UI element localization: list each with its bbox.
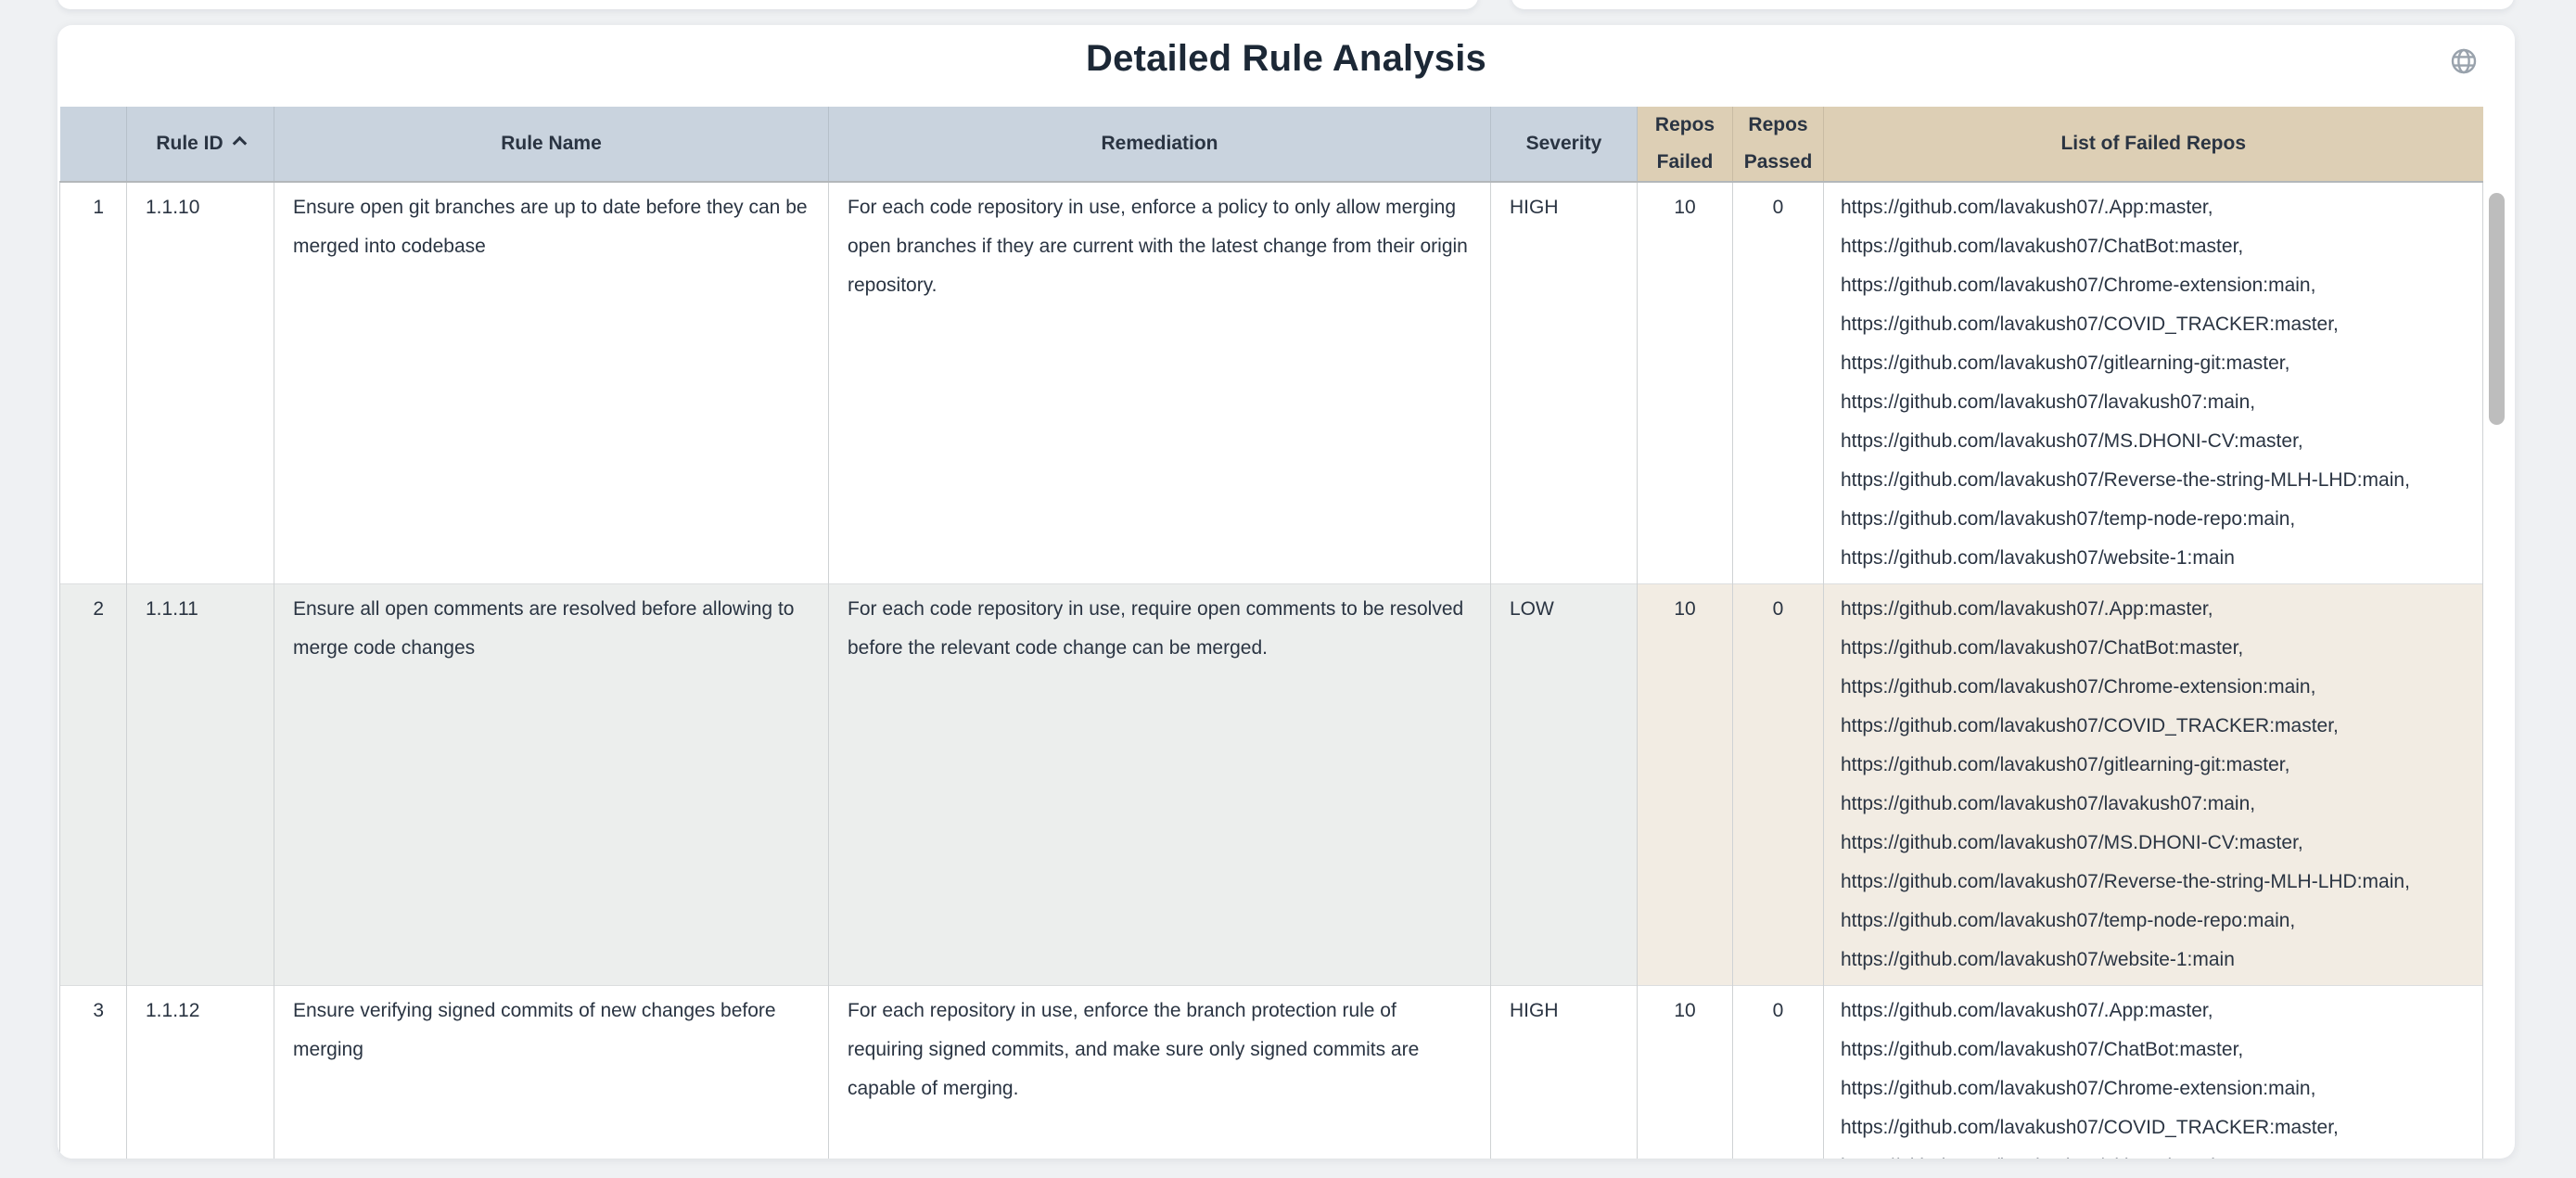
cell-remediation: For each code repository in use, require… [829, 584, 1491, 986]
globe-icon[interactable] [2449, 46, 2479, 76]
cell-repos-passed: 0 [1733, 584, 1824, 986]
top-card-right [1511, 0, 2514, 9]
cell-repos-failed: 10 [1638, 986, 1733, 1159]
table-row: 2 1.1.11 Ensure all open comments are re… [60, 584, 2483, 986]
header-severity: Severity [1491, 107, 1638, 182]
cell-row-index: 1 [60, 182, 127, 584]
scrollbar-thumb[interactable] [2489, 193, 2505, 425]
top-card-left [57, 0, 1478, 9]
cell-rule-name: Ensure all open comments are resolved be… [274, 584, 829, 986]
cell-severity: HIGH [1491, 182, 1638, 584]
cell-repos-failed: 10 [1638, 584, 1733, 986]
page-title: Detailed Rule Analysis [57, 36, 2515, 81]
cell-failed-repos-list: https://github.com/lavakush07/.App:maste… [1824, 182, 2483, 584]
rule-analysis-table: Rule ID Rule Name Remediation Severity R… [59, 107, 2482, 1159]
cell-repos-failed: 10 [1638, 182, 1733, 584]
vertical-scrollbar[interactable] [2488, 183, 2506, 1153]
table-row: 3 1.1.12 Ensure verifying signed commits… [60, 986, 2483, 1159]
cell-severity: LOW [1491, 584, 1638, 986]
cell-remediation: For each repository in use, enforce the … [829, 986, 1491, 1159]
table-header: Rule ID Rule Name Remediation Severity R… [60, 107, 2483, 182]
header-row-index [60, 107, 127, 182]
header-rule-name: Rule Name [274, 107, 829, 182]
cell-rule-name: Ensure verifying signed commits of new c… [274, 986, 829, 1159]
header-rule-id[interactable]: Rule ID [127, 107, 274, 182]
header-repos-passed: Repos Passed [1733, 107, 1824, 182]
cell-rule-name: Ensure open git branches are up to date … [274, 182, 829, 584]
sort-ascending-icon[interactable] [232, 136, 247, 151]
cell-repos-passed: 0 [1733, 182, 1824, 584]
header-repos-failed: Repos Failed [1638, 107, 1733, 182]
header-rule-id-label: Rule ID [156, 133, 223, 154]
cell-rule-id: 1.1.10 [127, 182, 274, 584]
cell-severity: HIGH [1491, 986, 1638, 1159]
cell-row-index: 3 [60, 986, 127, 1159]
table-row: 1 1.1.10 Ensure open git branches are up… [60, 182, 2483, 584]
cell-failed-repos-list: https://github.com/lavakush07/.App:maste… [1824, 986, 2483, 1159]
cell-remediation: For each code repository in use, enforce… [829, 182, 1491, 584]
header-remediation: Remediation [829, 107, 1491, 182]
cell-failed-repos-list: https://github.com/lavakush07/.App:maste… [1824, 584, 2483, 986]
cell-row-index: 2 [60, 584, 127, 986]
cell-rule-id: 1.1.11 [127, 584, 274, 986]
header-failed-repos-list: List of Failed Repos [1824, 107, 2483, 182]
cell-rule-id: 1.1.12 [127, 986, 274, 1159]
cell-repos-passed: 0 [1733, 986, 1824, 1159]
detailed-rule-analysis-card: Detailed Rule Analysis Rule ID Rule Name… [57, 25, 2515, 1159]
